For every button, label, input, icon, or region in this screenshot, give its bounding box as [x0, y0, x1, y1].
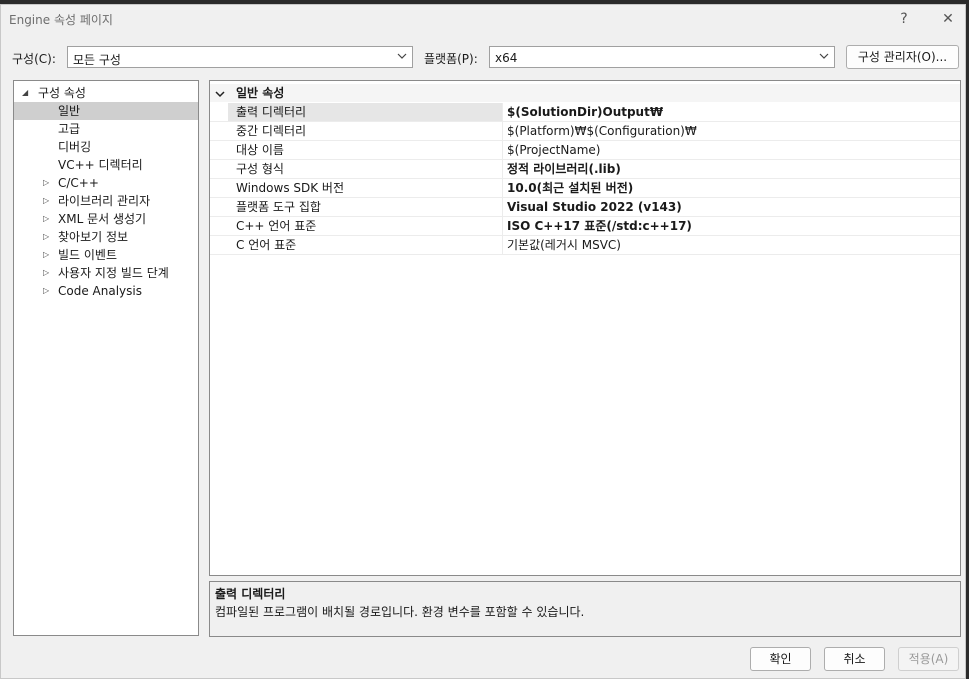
tree-item-browse-information[interactable]: ▷ 찾아보기 정보	[14, 228, 198, 246]
tree-item-debugging[interactable]: 디버깅	[14, 138, 198, 156]
property-value[interactable]: $(ProjectName)	[502, 141, 960, 159]
property-row-c-language-standard[interactable]: C 언어 표준 기본값(레거시 MSVC)	[210, 236, 960, 255]
tree-item-build-events[interactable]: ▷ 빌드 이벤트	[14, 246, 198, 264]
close-icon[interactable]: ✕	[936, 8, 960, 30]
tree-item-label: 고급	[58, 122, 81, 136]
description-title: 출력 디렉터리	[215, 587, 286, 601]
tree-item-code-analysis[interactable]: ▷ Code Analysis	[14, 282, 198, 300]
tree-item-label: 디버깅	[58, 140, 92, 154]
tree-item-label: 빌드 이벤트	[58, 248, 118, 262]
chevron-down-icon[interactable]	[214, 88, 226, 100]
chevron-down-icon	[397, 53, 407, 59]
expanded-arrow-icon[interactable]: ◢	[22, 84, 28, 102]
property-row-intermediate-directory[interactable]: 중간 디렉터리 $(Platform)₩$(Configuration)₩	[210, 122, 960, 141]
property-row-platform-toolset[interactable]: 플랫폼 도구 집합 Visual Studio 2022 (v143)	[210, 198, 960, 217]
tree-item-label: 라이브러리 관리자	[58, 194, 151, 208]
tree-item-label: 사용자 지정 빌드 단계	[58, 266, 169, 280]
tree-item-advanced[interactable]: 고급	[14, 120, 198, 138]
tree-item-label: VC++ 디렉터리	[58, 158, 143, 172]
collapsed-arrow-icon[interactable]: ▷	[43, 264, 49, 282]
property-value[interactable]: $(SolutionDir)Output₩	[502, 103, 960, 121]
tree-item-vc-directories[interactable]: VC++ 디렉터리	[14, 156, 198, 174]
tree-item-label: Code Analysis	[58, 284, 142, 298]
title-bar: Engine 속성 페이지 ? ✕	[1, 5, 965, 33]
property-name: 플랫폼 도구 집합	[236, 200, 321, 214]
tree-item-general[interactable]: 일반	[14, 102, 198, 120]
property-pages-window: Engine 속성 페이지 ? ✕ 구성(C): 모든 구성 플랫폼(P): x…	[0, 4, 966, 679]
property-row-output-directory[interactable]: 출력 디렉터리 $(SolutionDir)Output₩	[210, 103, 960, 122]
configuration-value: 모든 구성	[73, 53, 121, 67]
window-title: Engine 속성 페이지	[9, 13, 113, 27]
collapsed-arrow-icon[interactable]: ▷	[43, 282, 49, 300]
tree-item-custom-build-step[interactable]: ▷ 사용자 지정 빌드 단계	[14, 264, 198, 282]
tree-item-label: C/C++	[58, 176, 99, 190]
chevron-down-icon	[819, 53, 829, 59]
description-text: 컴파일된 프로그램이 배치될 경로입니다. 환경 변수를 포함할 수 있습니다.	[215, 605, 585, 619]
ok-button[interactable]: 확인	[750, 647, 811, 671]
property-grid: 일반 속성 출력 디렉터리 $(SolutionDir)Output₩ 중간 디…	[209, 80, 961, 576]
platform-label: 플랫폼(P):	[424, 52, 478, 66]
collapsed-arrow-icon[interactable]: ▷	[43, 174, 49, 192]
property-value[interactable]: 정적 라이브러리(.lib)	[502, 160, 960, 178]
property-name: C++ 언어 표준	[236, 219, 317, 233]
tree-item-librarian[interactable]: ▷ 라이브러리 관리자	[14, 192, 198, 210]
tree-item-label: 일반	[58, 104, 81, 118]
help-icon[interactable]: ?	[892, 8, 916, 30]
configuration-dropdown[interactable]: 모든 구성	[67, 46, 413, 68]
platform-value: x64	[495, 51, 518, 65]
collapsed-arrow-icon[interactable]: ▷	[43, 210, 49, 228]
collapsed-arrow-icon[interactable]: ▷	[43, 246, 49, 264]
configuration-manager-button[interactable]: 구성 관리자(O)...	[846, 45, 959, 69]
category-tree: ◢ 구성 속성 일반 고급 디버깅 VC++ 디렉터리 ▷ C/C++ ▷ 라이…	[13, 80, 199, 636]
property-value[interactable]: Visual Studio 2022 (v143)	[502, 198, 960, 216]
configuration-label: 구성(C):	[12, 52, 56, 66]
configuration-row: 구성(C): 모든 구성 플랫폼(P): x64 구성 관리자(O)...	[1, 45, 965, 71]
property-name: 중간 디렉터리	[236, 124, 307, 138]
property-name: 구성 형식	[236, 162, 284, 176]
apply-button[interactable]: 적용(A)	[898, 647, 959, 671]
property-row-cpp-language-standard[interactable]: C++ 언어 표준 ISO C++17 표준(/std:c++17)	[210, 217, 960, 236]
platform-dropdown[interactable]: x64	[489, 46, 835, 68]
tree-item-xml-doc-generator[interactable]: ▷ XML 문서 생성기	[14, 210, 198, 228]
property-value[interactable]: $(Platform)₩$(Configuration)₩	[502, 122, 960, 140]
property-name: 출력 디렉터리	[228, 103, 502, 121]
category-title: 일반 속성	[236, 86, 285, 100]
property-value[interactable]: 10.0(최근 설치된 버전)	[502, 179, 960, 197]
property-name: Windows SDK 버전	[236, 181, 345, 195]
property-row-configuration-type[interactable]: 구성 형식 정적 라이브러리(.lib)	[210, 160, 960, 179]
collapsed-arrow-icon[interactable]: ▷	[43, 192, 49, 210]
tree-item-label: 찾아보기 정보	[58, 230, 129, 244]
property-name: C 언어 표준	[236, 238, 297, 252]
property-name: 대상 이름	[236, 143, 284, 157]
tree-item-c-cpp[interactable]: ▷ C/C++	[14, 174, 198, 192]
property-value[interactable]: ISO C++17 표준(/std:c++17)	[502, 217, 960, 235]
tree-root-config-properties[interactable]: ◢ 구성 속성	[14, 84, 198, 102]
category-header-general[interactable]: 일반 속성	[210, 84, 960, 102]
collapsed-arrow-icon[interactable]: ▷	[43, 228, 49, 246]
cancel-button[interactable]: 취소	[824, 647, 885, 671]
property-row-windows-sdk-version[interactable]: Windows SDK 버전 10.0(최근 설치된 버전)	[210, 179, 960, 198]
tree-item-label: 구성 속성	[38, 86, 86, 100]
property-value[interactable]: 기본값(레거시 MSVC)	[502, 236, 960, 254]
property-row-target-name[interactable]: 대상 이름 $(ProjectName)	[210, 141, 960, 160]
tree-item-label: XML 문서 생성기	[58, 212, 147, 226]
description-panel: 출력 디렉터리 컴파일된 프로그램이 배치될 경로입니다. 환경 변수를 포함할…	[209, 581, 961, 637]
